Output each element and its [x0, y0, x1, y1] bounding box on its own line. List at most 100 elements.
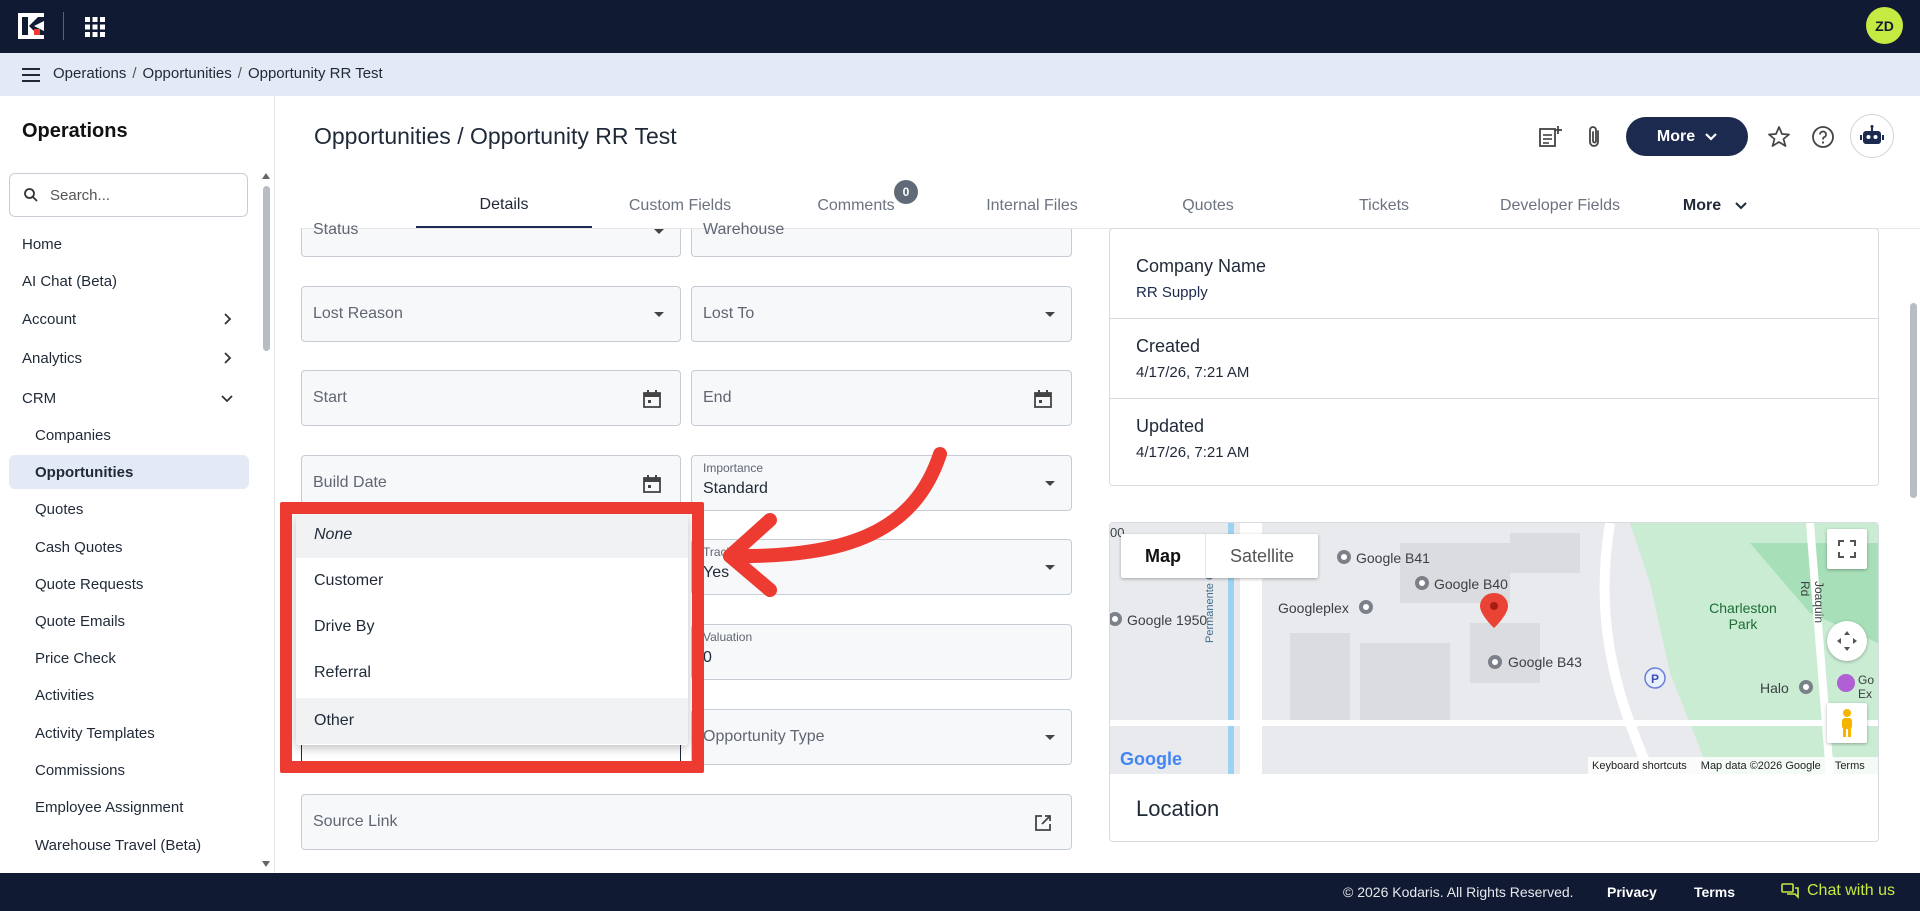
warehouse-select[interactable]: Warehouse — [691, 221, 1072, 257]
sidebar-item-label: Warehouse Travel (Beta) — [35, 836, 202, 854]
start-date-field[interactable]: Start — [301, 370, 681, 426]
info-card: Company Name RR Supply Created 4/17/26, … — [1109, 228, 1879, 486]
sidebar-item-label: Commissions — [35, 761, 126, 779]
sidebar-item-home[interactable]: Home — [9, 227, 249, 261]
map-label: Googleplex — [1278, 600, 1349, 616]
more-button[interactable]: More — [1626, 117, 1748, 156]
sidebar-item-price-check[interactable]: Price Check — [9, 641, 249, 675]
star-icon[interactable] — [1766, 124, 1792, 150]
sidebar-item-quote-emails[interactable]: Quote Emails — [9, 604, 249, 638]
status-select[interactable]: Status — [301, 221, 681, 257]
tab-more[interactable]: More — [1660, 183, 1770, 228]
comments-count-badge: 0 — [894, 180, 918, 204]
tab-internal-files[interactable]: Internal Files — [944, 183, 1120, 228]
company-name-link[interactable]: RR Supply — [1136, 284, 1208, 301]
sidebar-item-warehouse-travel[interactable]: Warehouse Travel (Beta) — [9, 828, 249, 862]
map-terms-link[interactable]: Terms — [1835, 760, 1865, 772]
map-attribution: Keyboard shortcuts Map data ©2026 Google… — [1588, 757, 1878, 774]
apps-grid-icon[interactable] — [84, 16, 106, 38]
scroll-up-arrow-icon[interactable] — [261, 172, 271, 180]
sidebar-item-companies[interactable]: Companies — [9, 418, 249, 452]
location-card: P 00 Google B41 Google B40 Googleplex Go… — [1109, 522, 1879, 842]
sidebar-item-ai-chat[interactable]: AI Chat (Beta) — [9, 264, 249, 298]
chat-with-us-button[interactable]: Chat with us — [1781, 882, 1895, 900]
satellite-button[interactable]: Satellite — [1206, 534, 1318, 578]
sidebar-item-cash-quotes[interactable]: Cash Quotes — [9, 530, 249, 564]
option-none[interactable]: None — [296, 512, 688, 558]
map-label: Google 1950 — [1127, 612, 1208, 628]
main-scrollbar[interactable] — [1910, 303, 1917, 498]
tab-developer-fields[interactable]: Developer Fields — [1472, 183, 1648, 228]
valuation-field[interactable]: Valuation 0 — [691, 624, 1072, 680]
calendar-icon[interactable] — [1033, 389, 1053, 409]
sidebar-item-activity-templates[interactable]: Activity Templates — [9, 716, 249, 750]
sidebar-item-activities[interactable]: Activities — [9, 678, 249, 712]
google-logo: Google — [1120, 749, 1182, 769]
map-button[interactable]: Map — [1121, 534, 1206, 578]
breadcrumb-item[interactable]: Opportunities — [143, 65, 232, 82]
keyboard-shortcuts-link[interactable]: Keyboard shortcuts — [1592, 760, 1687, 772]
pegman-icon — [1842, 709, 1852, 737]
option-referral[interactable]: Referral — [296, 650, 688, 696]
caret-down-icon — [1045, 312, 1055, 317]
map-canvas[interactable]: P 00 Google B41 Google B40 Googleplex Go… — [1110, 523, 1878, 774]
info-value: 4/17/26, 7:21 AM — [1136, 364, 1250, 381]
sidebar-item-opportunities[interactable]: Opportunities — [9, 455, 249, 489]
lost-reason-label: Lost Reason — [313, 305, 403, 322]
sidebar-item-quote-requests[interactable]: Quote Requests — [9, 567, 249, 601]
tab-tickets[interactable]: Tickets — [1296, 183, 1472, 228]
privacy-link[interactable]: Privacy — [1607, 884, 1657, 900]
street-view-button[interactable] — [1827, 703, 1867, 743]
ai-assistant-button[interactable] — [1850, 114, 1894, 158]
add-note-icon[interactable] — [1537, 124, 1563, 150]
sidebar-item-account[interactable]: Account — [9, 302, 249, 336]
source-link-field[interactable]: Source Link — [301, 794, 1072, 850]
info-row-updated: Updated 4/17/26, 7:21 AM — [1110, 399, 1878, 479]
scroll-down-arrow-icon[interactable] — [261, 860, 271, 868]
chevron-down-icon — [1735, 201, 1747, 209]
sidebar-item-label: Analytics — [22, 349, 83, 367]
sidebar-item-commissions[interactable]: Commissions — [9, 753, 249, 787]
sidebar-item-quotes[interactable]: Quotes — [9, 492, 249, 526]
caret-down-icon — [654, 312, 664, 317]
opportunity-type-label: Opportunity Type — [703, 728, 825, 745]
tab-quotes[interactable]: Quotes — [1120, 183, 1296, 228]
lost-reason-select[interactable]: Lost Reason — [301, 286, 681, 342]
build-date-field[interactable]: Build Date — [301, 455, 681, 511]
map-data-text: Map data ©2026 Google — [1700, 759, 1821, 772]
terms-link[interactable]: Terms — [1694, 884, 1735, 900]
map-label: Google B40 — [1434, 576, 1508, 592]
lost-to-select[interactable]: Lost To — [691, 286, 1072, 342]
external-link-icon[interactable] — [1033, 813, 1053, 833]
sidebar-title: Operations — [22, 120, 128, 142]
tracking-select[interactable]: Tracking Yes — [691, 539, 1072, 595]
breadcrumb-item[interactable]: Operations — [53, 65, 126, 82]
map-pan-control[interactable] — [1827, 621, 1867, 661]
sidebar-scrollbar[interactable] — [263, 186, 270, 351]
sidebar-item-crm[interactable]: CRM — [9, 381, 249, 415]
sidebar-item-analytics[interactable]: Analytics — [9, 341, 249, 375]
help-icon[interactable] — [1810, 124, 1836, 150]
opportunity-type-select[interactable]: Opportunity Type — [691, 709, 1072, 765]
sidebar-item-employee-assignment[interactable]: Employee Assignment — [9, 790, 249, 824]
importance-select[interactable]: Importance Standard — [691, 455, 1072, 511]
option-other[interactable]: Other — [296, 698, 688, 744]
avatar[interactable]: ZD — [1866, 7, 1903, 44]
option-drive-by[interactable]: Drive By — [296, 604, 688, 650]
attachment-icon[interactable] — [1582, 124, 1608, 150]
calendar-icon[interactable] — [642, 389, 662, 409]
kodaris-logo-icon[interactable] — [18, 13, 44, 39]
end-date-field[interactable]: End — [691, 370, 1072, 426]
calendar-icon[interactable] — [642, 474, 662, 494]
sidebar-item-label: Opportunities — [35, 463, 134, 481]
divider — [63, 12, 64, 40]
hamburger-menu-icon[interactable] — [22, 68, 40, 82]
tab-details[interactable]: Details — [416, 183, 592, 228]
source-dropdown-menu: None Customer Drive By Referral Other — [296, 512, 688, 745]
fullscreen-button[interactable] — [1827, 529, 1867, 569]
info-key: Updated — [1136, 416, 1205, 436]
breadcrumb: Operations / Opportunities / Opportunity… — [53, 65, 383, 82]
option-customer[interactable]: Customer — [296, 558, 688, 604]
search-input[interactable] — [50, 186, 220, 204]
breadcrumb-item-current: Opportunity RR Test — [247, 65, 383, 82]
